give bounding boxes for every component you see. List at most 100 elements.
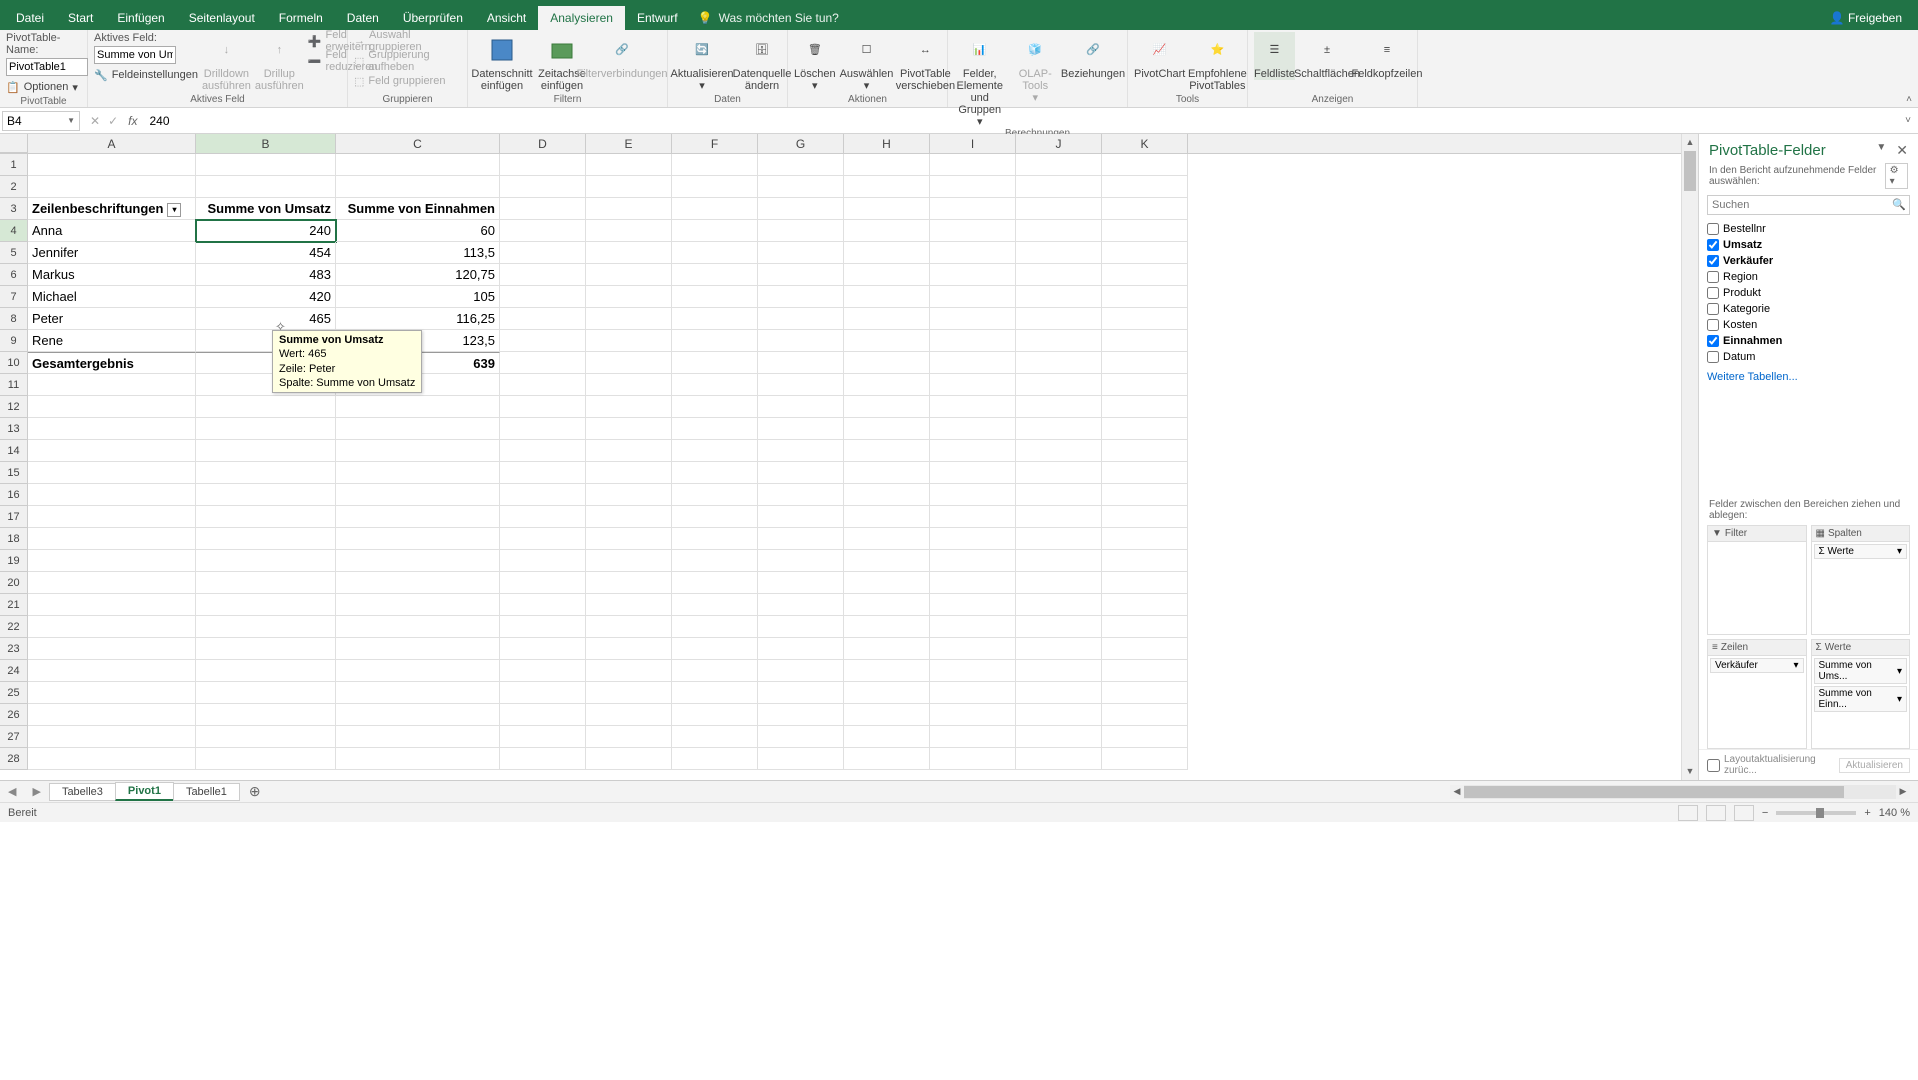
cell-H26[interactable] <box>844 704 930 726</box>
cell-J23[interactable] <box>1016 638 1102 660</box>
tab-datei[interactable]: Datei <box>4 6 56 30</box>
cell-G18[interactable] <box>758 528 844 550</box>
sheet-tab-tabelle1[interactable]: Tabelle1 <box>173 783 240 801</box>
cell-K24[interactable] <box>1102 660 1188 682</box>
col-header-D[interactable]: D <box>500 134 586 153</box>
row-header[interactable]: 25 <box>0 682 28 704</box>
cell-A17[interactable] <box>28 506 196 528</box>
cell-K7[interactable] <box>1102 286 1188 308</box>
col-header-H[interactable]: H <box>844 134 930 153</box>
cell-B16[interactable] <box>196 484 336 506</box>
cell-H8[interactable] <box>844 308 930 330</box>
row-header[interactable]: 4 <box>0 220 28 242</box>
cell-E20[interactable] <box>586 572 672 594</box>
cell-G15[interactable] <box>758 462 844 484</box>
cell-F10[interactable] <box>672 352 758 374</box>
cell-K21[interactable] <box>1102 594 1188 616</box>
field-checkbox[interactable] <box>1707 303 1719 315</box>
cell-K8[interactable] <box>1102 308 1188 330</box>
cell-A25[interactable] <box>28 682 196 704</box>
cell-F16[interactable] <box>672 484 758 506</box>
cell-B12[interactable] <box>196 396 336 418</box>
tab-start[interactable]: Start <box>56 6 105 30</box>
cell-D4[interactable] <box>500 220 586 242</box>
col-header-B[interactable]: B <box>196 134 336 153</box>
cell-K15[interactable] <box>1102 462 1188 484</box>
field-item[interactable]: Bestellnr <box>1707 221 1910 237</box>
cell-J3[interactable] <box>1016 198 1102 220</box>
defer-layout-checkbox[interactable] <box>1707 759 1720 772</box>
cell-J17[interactable] <box>1016 506 1102 528</box>
cell-D12[interactable] <box>500 396 586 418</box>
cell-A12[interactable] <box>28 396 196 418</box>
cell-A2[interactable] <box>28 176 196 198</box>
page-layout-view-icon[interactable] <box>1706 805 1726 821</box>
row-header[interactable]: 2 <box>0 176 28 198</box>
cell-B21[interactable] <box>196 594 336 616</box>
cell-J9[interactable] <box>1016 330 1102 352</box>
cell-C19[interactable] <box>336 550 500 572</box>
field-item[interactable]: Verkäufer <box>1707 253 1910 269</box>
normal-view-icon[interactable] <box>1678 805 1698 821</box>
cell-D10[interactable] <box>500 352 586 374</box>
row-header[interactable]: 19 <box>0 550 28 572</box>
cell-J1[interactable] <box>1016 154 1102 176</box>
cell-J7[interactable] <box>1016 286 1102 308</box>
cell-K22[interactable] <box>1102 616 1188 638</box>
row-header[interactable]: 23 <box>0 638 28 660</box>
cell-D21[interactable] <box>500 594 586 616</box>
row-header[interactable]: 9 <box>0 330 28 352</box>
cell-K11[interactable] <box>1102 374 1188 396</box>
recommended-button[interactable]: ⭐Empfohlene PivotTables <box>1189 32 1245 92</box>
row-header[interactable]: 27 <box>0 726 28 748</box>
field-checkbox[interactable] <box>1707 223 1719 235</box>
cell-A3[interactable]: Zeilenbeschriftungen▾ <box>28 198 196 220</box>
cell-I16[interactable] <box>930 484 1016 506</box>
cell-C2[interactable] <box>336 176 500 198</box>
cell-J21[interactable] <box>1016 594 1102 616</box>
cell-K5[interactable] <box>1102 242 1188 264</box>
page-break-view-icon[interactable] <box>1734 805 1754 821</box>
cell-C15[interactable] <box>336 462 500 484</box>
cell-E6[interactable] <box>586 264 672 286</box>
cell-G1[interactable] <box>758 154 844 176</box>
cell-I25[interactable] <box>930 682 1016 704</box>
cell-F28[interactable] <box>672 748 758 770</box>
field-item[interactable]: Einnahmen <box>1707 333 1910 349</box>
cell-D17[interactable] <box>500 506 586 528</box>
cell-K12[interactable] <box>1102 396 1188 418</box>
cell-J8[interactable] <box>1016 308 1102 330</box>
cell-F3[interactable] <box>672 198 758 220</box>
cell-K23[interactable] <box>1102 638 1188 660</box>
cell-F13[interactable] <box>672 418 758 440</box>
cell-B25[interactable] <box>196 682 336 704</box>
name-box-dropdown-icon[interactable]: ▼ <box>67 116 75 125</box>
cell-C17[interactable] <box>336 506 500 528</box>
row-header[interactable]: 12 <box>0 396 28 418</box>
tab-seitenlayout[interactable]: Seitenlayout <box>177 6 267 30</box>
col-header-A[interactable]: A <box>28 134 196 153</box>
cell-E17[interactable] <box>586 506 672 528</box>
cell-I27[interactable] <box>930 726 1016 748</box>
cell-G6[interactable] <box>758 264 844 286</box>
cell-D3[interactable] <box>500 198 586 220</box>
cell-A7[interactable]: Michael <box>28 286 196 308</box>
cell-J20[interactable] <box>1016 572 1102 594</box>
cell-A26[interactable] <box>28 704 196 726</box>
cell-G20[interactable] <box>758 572 844 594</box>
row-header[interactable]: 17 <box>0 506 28 528</box>
area-item[interactable]: Σ Werte▾ <box>1814 544 1908 559</box>
cell-I20[interactable] <box>930 572 1016 594</box>
row-header[interactable]: 15 <box>0 462 28 484</box>
cell-K28[interactable] <box>1102 748 1188 770</box>
cell-I14[interactable] <box>930 440 1016 462</box>
values-area[interactable]: ΣWerte Summe von Ums...▾ Summe von Einn.… <box>1811 639 1911 749</box>
cell-A21[interactable] <box>28 594 196 616</box>
cell-I28[interactable] <box>930 748 1016 770</box>
row-header[interactable]: 3 <box>0 198 28 220</box>
cell-C8[interactable]: 116,25 <box>336 308 500 330</box>
field-item[interactable]: Region <box>1707 269 1910 285</box>
col-header-F[interactable]: F <box>672 134 758 153</box>
cell-J11[interactable] <box>1016 374 1102 396</box>
cell-A10[interactable]: Gesamtergebnis <box>28 352 196 374</box>
